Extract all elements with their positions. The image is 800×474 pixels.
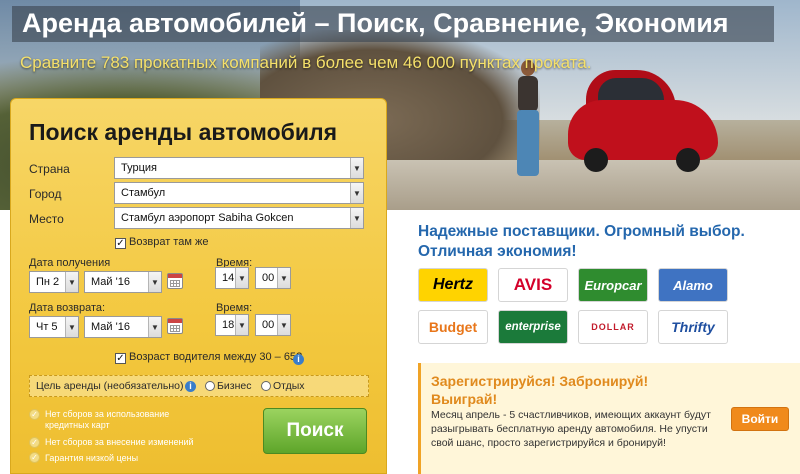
country-value: Турция <box>121 162 157 174</box>
country-label: Страна <box>29 162 70 176</box>
pickup-day-select[interactable]: Пн 2 ▼ <box>29 271 79 293</box>
chevron-down-icon: ▼ <box>235 268 248 288</box>
return-minute-value: 00 <box>262 319 275 331</box>
return-date-label: Дата возврата: <box>29 302 106 314</box>
pickup-date-label: Дата получения <box>29 257 111 269</box>
return-same-checkbox[interactable]: ✓ <box>115 238 126 249</box>
city-value: Стамбул <box>121 187 166 199</box>
pickup-hour-select[interactable]: 14 ▼ <box>215 267 249 289</box>
alamo-logo[interactable]: Alamo <box>658 268 728 302</box>
promo-box: Зарегистрируйся! Забронируй! Выиграй! Ме… <box>418 363 800 474</box>
pickup-minute-value: 00 <box>262 272 275 284</box>
purpose-business-label: Бизнес <box>217 380 252 392</box>
promo-text: Месяц апрель - 5 счастливчиков, имеющих … <box>431 409 711 449</box>
hero-person <box>512 60 542 180</box>
avis-logo[interactable]: AVIS <box>498 268 568 302</box>
chevron-down-icon: ▼ <box>350 183 363 203</box>
benefit-item: Нет сборов за использование кредитных ка… <box>45 409 170 430</box>
check-icon: ✓ <box>29 437 40 448</box>
chevron-down-icon: ▼ <box>65 317 78 337</box>
return-hour-value: 18 <box>222 319 235 331</box>
pickup-month-select[interactable]: Май '16 ▼ <box>84 271 162 293</box>
search-button[interactable]: Поиск <box>263 408 367 454</box>
budget-logo[interactable]: Budget <box>418 310 488 344</box>
chevron-down-icon: ▼ <box>235 315 248 335</box>
purpose-leisure-radio[interactable] <box>261 381 271 391</box>
driver-age-checkbox[interactable]: ✓ <box>115 353 126 364</box>
driver-age-label: Возраст водителя между 30 – 65? <box>129 351 303 363</box>
return-time-label: Время: <box>216 302 253 314</box>
purpose-business-radio[interactable] <box>205 381 215 391</box>
purpose-leisure-label: Отдых <box>273 380 305 392</box>
place-select[interactable]: Стамбул аэропорт Sabiha Gokcen ▼ <box>114 207 364 229</box>
chevron-down-icon: ▼ <box>277 315 290 335</box>
enterprise-logo[interactable]: enterprise <box>498 310 568 344</box>
pickup-month-value: Май '16 <box>91 276 130 288</box>
return-day-select[interactable]: Чт 5 ▼ <box>29 316 79 338</box>
thrifty-logo[interactable]: Thrifty <box>658 310 728 344</box>
chevron-down-icon: ▼ <box>148 272 161 292</box>
benefit-item: Гарантия низкой цены <box>45 453 139 463</box>
return-month-select[interactable]: Май '16 ▼ <box>84 316 162 338</box>
pickup-minute-select[interactable]: 00 ▼ <box>255 267 291 289</box>
pickup-hour-value: 14 <box>222 272 235 284</box>
benefit-item: Нет сборов за внесение изменений <box>45 437 194 447</box>
login-button[interactable]: Войти <box>731 407 789 431</box>
return-minute-select[interactable]: 00 ▼ <box>255 314 291 336</box>
calendar-icon[interactable] <box>167 318 183 334</box>
country-select[interactable]: Турция ▼ <box>114 157 364 179</box>
chevron-down-icon: ▼ <box>65 272 78 292</box>
hertz-logo[interactable]: Hertz <box>418 268 488 302</box>
search-panel-title: Поиск аренды автомобиля <box>29 119 338 145</box>
search-panel: Поиск аренды автомобиля Страна Турция ▼ … <box>10 98 387 474</box>
check-icon: ✓ <box>29 409 40 420</box>
check-icon: ✓ <box>29 452 40 463</box>
calendar-icon[interactable] <box>167 273 183 289</box>
chevron-down-icon: ▼ <box>148 317 161 337</box>
return-month-value: Май '16 <box>91 321 130 333</box>
return-same-label: Возврат там же <box>129 236 209 248</box>
promo-title: Зарегистрируйся! Забронируй! Выиграй! <box>431 373 649 407</box>
chevron-down-icon: ▼ <box>277 268 290 288</box>
dollar-logo[interactable]: DOLLAR <box>578 310 648 344</box>
pickup-day-value: Пн 2 <box>36 276 60 288</box>
info-icon[interactable]: i <box>185 381 196 392</box>
chevron-down-icon: ▼ <box>350 208 363 228</box>
purpose-box: Цель аренды (необязательно) i Бизнес Отд… <box>29 375 369 397</box>
return-day-value: Чт 5 <box>36 321 58 333</box>
city-select[interactable]: Стамбул ▼ <box>114 182 364 204</box>
info-icon[interactable]: i <box>293 354 304 365</box>
europcar-logo[interactable]: Europcar <box>578 268 648 302</box>
providers-heading: Надежные поставщики. Огромный выбор. Отл… <box>418 223 745 260</box>
place-label: Место <box>29 212 64 226</box>
page-title: Аренда автомобилей – Поиск, Сравнение, Э… <box>22 8 729 38</box>
place-value: Стамбул аэропорт Sabiha Gokcen <box>121 212 294 224</box>
chevron-down-icon: ▼ <box>350 158 363 178</box>
return-hour-select[interactable]: 18 ▼ <box>215 314 249 336</box>
page-subtitle: Сравните 783 прокатных компаний в более … <box>20 53 592 72</box>
city-label: Город <box>29 187 62 201</box>
purpose-label: Цель аренды (необязательно) <box>36 380 184 392</box>
